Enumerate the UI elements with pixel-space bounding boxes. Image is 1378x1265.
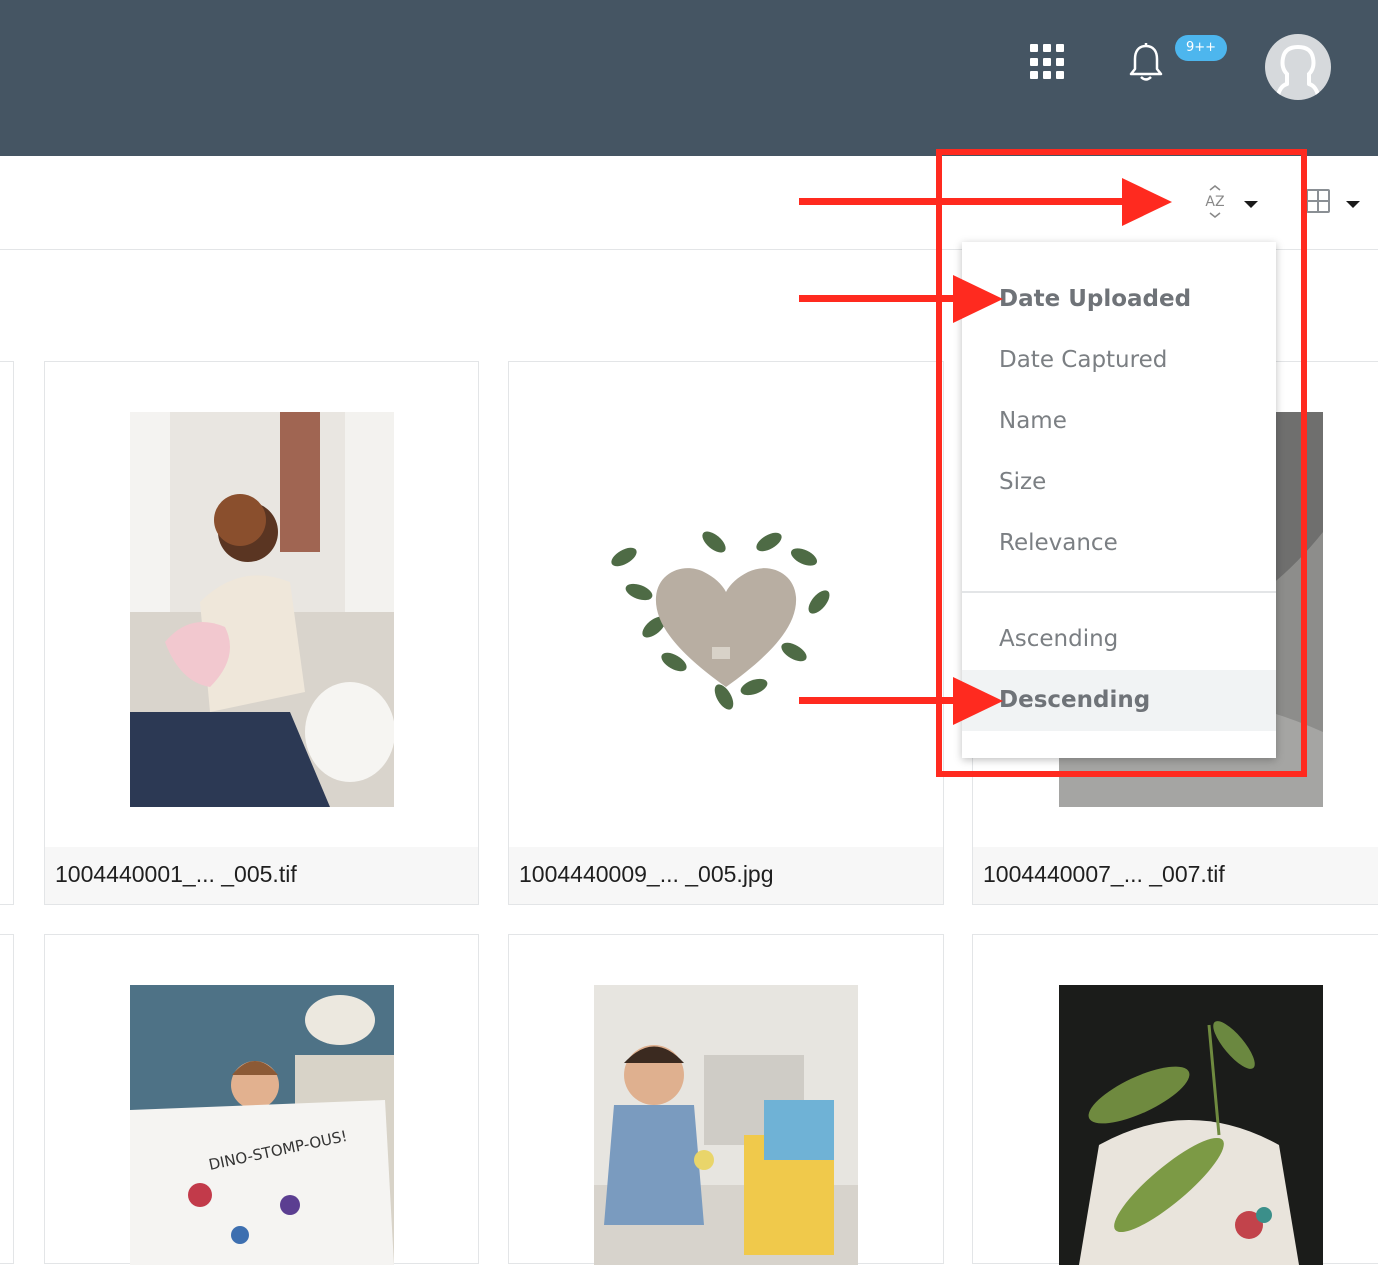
asset-filename[interactable]: 1004440001_... _005.tif	[45, 847, 478, 904]
bell-icon[interactable]	[1126, 42, 1166, 84]
annotation-arrow-date-uploaded	[799, 295, 959, 302]
asset-card-partial-left[interactable]	[0, 934, 14, 1264]
sort-order-descending[interactable]: Descending	[962, 670, 1276, 731]
sort-option-date-uploaded[interactable]: Date Uploaded	[962, 269, 1276, 330]
annotation-arrowhead	[1122, 178, 1172, 226]
sort-dropdown-caret[interactable]	[1244, 201, 1258, 208]
asset-card[interactable]	[972, 934, 1378, 1265]
sort-dropdown-menu: Date Uploaded Date Captured Name Size Re…	[962, 242, 1276, 758]
top-header	[0, 0, 1378, 156]
asset-card[interactable]: 1004440009_... _005.jpg	[508, 361, 944, 905]
annotation-arrowhead	[953, 275, 1003, 323]
asset-filename[interactable]: 1004440007_... _007.tif	[973, 847, 1378, 904]
asset-card[interactable]: DINO-STOMP-OUS!	[44, 934, 479, 1265]
asset-thumbnail[interactable]	[594, 412, 858, 807]
asset-thumbnail[interactable]	[130, 412, 394, 807]
user-avatar-icon[interactable]	[1265, 34, 1331, 100]
sort-order-ascending[interactable]: Ascending	[962, 609, 1276, 670]
asset-card[interactable]: 1004440001_... _005.tif	[44, 361, 479, 905]
asset-thumbnail[interactable]	[594, 985, 858, 1265]
sort-option-date-captured[interactable]: Date Captured	[962, 330, 1276, 391]
annotation-arrow-descending	[799, 697, 959, 704]
annotation-arrowhead	[953, 677, 1003, 725]
asset-card[interactable]	[508, 934, 944, 1265]
sort-option-name[interactable]: Name	[962, 391, 1276, 452]
sort-icon-text: AZ	[1205, 194, 1224, 210]
apps-grid-icon[interactable]	[1030, 44, 1066, 80]
view-dropdown-caret[interactable]	[1346, 201, 1360, 208]
annotation-arrow-sort-icon	[799, 198, 1129, 205]
sort-option-size[interactable]: Size	[962, 452, 1276, 513]
sort-option-relevance[interactable]: Relevance	[962, 513, 1276, 574]
asset-thumbnail[interactable]	[1059, 985, 1323, 1265]
menu-divider	[962, 591, 1276, 593]
asset-thumbnail[interactable]: DINO-STOMP-OUS!	[130, 985, 394, 1265]
notification-badge[interactable]: 9++	[1175, 35, 1227, 61]
asset-card-partial-left[interactable]	[0, 361, 14, 905]
asset-filename[interactable]: 1004440009_... _005.jpg	[509, 847, 943, 904]
sort-az-icon[interactable]: AZ	[1200, 184, 1230, 220]
grid-view-icon[interactable]	[1306, 189, 1330, 213]
